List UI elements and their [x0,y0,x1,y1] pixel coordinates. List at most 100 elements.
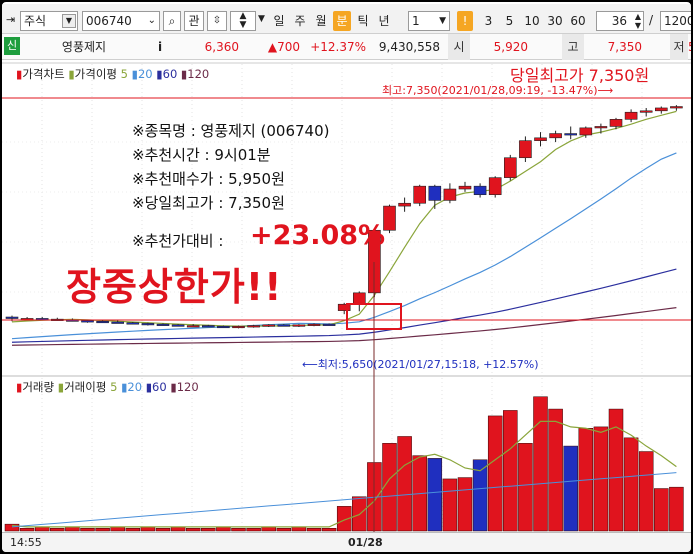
up-down-button[interactable]: ⇳ [207,11,227,31]
interval-select[interactable]: 1 ▼ [408,11,450,31]
limit-up-headline: 장중상한가!! [66,265,283,309]
note-stock-name: ※종목명 : 영풍제지 (006740) [132,122,330,140]
chevron-down-icon[interactable]: ▼ [258,14,265,24]
volume-bar [261,526,276,532]
axis-start-time: 14:55 [10,536,42,549]
volume-bar [397,436,412,532]
candle-body [654,107,668,112]
candle-body [503,157,517,178]
chevron-down-icon[interactable]: ▼ [439,12,446,30]
axis-date-label: 01/28 [348,536,383,549]
candle-body [352,292,366,305]
candle-body [81,320,94,323]
volume-bar [246,528,261,532]
info-button[interactable]: i [152,34,168,60]
alert-button[interactable]: ! [457,11,473,31]
minute-3-button[interactable]: 3 [479,11,498,31]
candle-body [534,137,547,141]
candle-body [307,323,321,326]
volume-bar [95,528,110,532]
chart-toolbar: ⇥ 주식 ▼ 006740 ⌄ ⌕ 관 ⇳ ▲ ▼ ▼ 일 주 월 분 틱 년 1… [2,4,691,34]
volume-bar [231,528,246,532]
count-input[interactable]: 36 ▲ ▼ [596,11,644,31]
note-vs-label: ※추천가대비 : [132,232,224,250]
candle-body [232,325,245,329]
total-input[interactable]: 1200 [660,11,691,31]
volume-bar [427,458,443,532]
chevron-down-icon[interactable]: ⌄ [148,12,156,30]
candle-body [262,324,276,327]
volume-bar [291,526,307,532]
tab-month[interactable]: 월 [312,11,330,31]
candle-body [458,185,472,190]
volume-bar [669,486,684,532]
volume-bar [34,526,50,532]
volume-bar [140,526,156,532]
volume-bar [110,526,125,532]
tab-minute[interactable]: 분 [333,11,351,31]
volume-bar [487,415,503,532]
candle-body [398,202,411,207]
candle-body [624,111,638,120]
volume-bar [80,528,95,532]
tab-tick[interactable]: 틱 [354,11,372,31]
candle-body [670,106,683,109]
candle-body [96,320,109,324]
minute-30-button[interactable]: 30 [544,11,566,31]
volume-bar [548,408,563,532]
market-select[interactable]: 주식 ▼ [20,11,78,31]
kwan-button[interactable]: 관 [184,11,204,31]
candle-body [111,321,124,324]
candle-body [126,322,140,325]
volume-bar [65,526,80,532]
candle-body [519,140,532,159]
low-annotation: ⟵최저:5,650(2021/01/27,15:18, +12.57%) [302,358,539,371]
low-label: 저 [670,34,688,60]
note-vs-value: +23.08% [250,220,386,251]
tab-year[interactable]: 년 [375,11,393,31]
volume-bar [216,526,231,532]
tab-day[interactable]: 일 [270,11,288,31]
volume-bar [201,528,216,532]
open-price: 5,920 [493,40,528,54]
stepper-icon[interactable]: ▲ ▼ [635,12,641,30]
new-badge: 신 [4,37,20,55]
volume-bar [170,526,186,532]
minute-5-button[interactable]: 5 [500,11,519,31]
volume-bar [533,396,548,532]
volume-bar [125,528,141,532]
low-price-partial: 5 [688,34,691,60]
candle-body [247,325,260,328]
candle-body [594,126,608,129]
note-rec-price: ※추천매수가 : 5,950원 [132,170,285,188]
volume-bar [306,528,322,532]
high-price: 7,350 [607,40,642,54]
tab-week[interactable]: 주 [291,11,309,31]
volume-bar [321,528,337,532]
chevron-down-icon[interactable]: ▼ [62,14,76,28]
stock-code-input[interactable]: 006740 ⌄ [82,11,160,31]
minute-60-button[interactable]: 60 [567,11,589,31]
candle-body [428,185,442,201]
candle-body [156,323,170,326]
search-button[interactable]: ⌕ [163,11,181,31]
candle-body [564,133,578,136]
stock-name: 영풍제지 [61,40,107,54]
volume-bar [563,445,578,532]
stepper[interactable]: ▲ ▼ [230,11,256,31]
note-day-high: ※당일최고가 : 7,350원 [132,194,285,212]
high-label: 고 [562,34,584,60]
change-percent: +12.37% [310,40,366,54]
pin-icon[interactable]: ⇥ [6,13,15,26]
volume-bar [155,528,171,532]
volume-bar [503,410,518,532]
note-rec-time: ※추천시간 : 9시01분 [132,146,271,164]
candle-body [639,110,653,113]
open-label: 시 [448,34,470,60]
volume-bar [19,528,35,532]
candle-body [292,324,306,327]
minute-10-button[interactable]: 10 [521,11,543,31]
candle-body [488,177,502,196]
candle-body [337,303,351,311]
candle-body [5,316,19,319]
